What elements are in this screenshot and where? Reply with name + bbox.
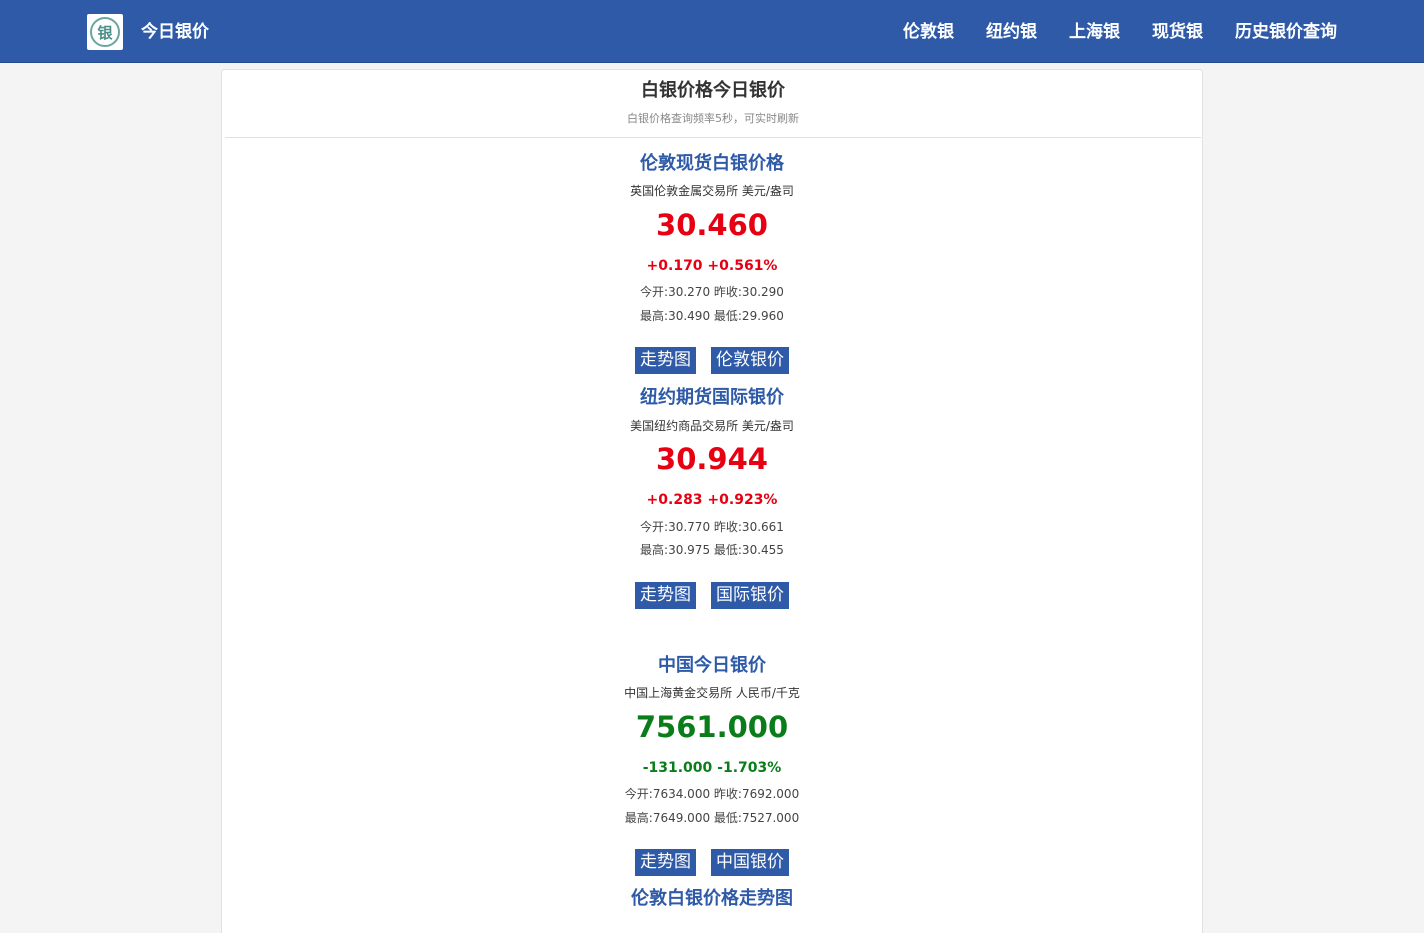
trend-chart-button[interactable]: 走势图 <box>635 347 696 374</box>
panel-header: 白银价格今日银价 白银价格查询频率5秒，可实时刷新 <box>225 70 1201 138</box>
quote-price: 7561.000 <box>635 710 789 744</box>
quote-change: -131.000 -1.703% <box>642 760 782 776</box>
quote-actions: 走势图 国际银价 <box>221 582 1203 609</box>
nav-link-shanghai-silver[interactable]: 上海银 <box>1069 20 1120 44</box>
quote-high-low: 最高:30.975 最低:30.455 <box>640 543 784 557</box>
chart-section-title: 伦敦白银价格走势图 <box>631 888 793 909</box>
main-nav: 伦敦银 纽约银 上海银 现货银 历史银价查询 <box>903 20 1337 44</box>
quote-actions: 走势图 伦敦银价 <box>221 347 1203 374</box>
site-title[interactable]: 今日银价 <box>141 20 209 44</box>
quote-title: 纽约期货国际银价 <box>640 387 784 408</box>
quote-open-close: 今开:30.270 昨收:30.290 <box>640 285 784 299</box>
nav-link-spot-silver[interactable]: 现货银 <box>1152 20 1203 44</box>
quote-change: +0.283 +0.923% <box>646 492 778 508</box>
quote-title: 中国今日银价 <box>658 655 766 676</box>
quote-high-low: 最高:7649.000 最低:7527.000 <box>624 811 800 825</box>
quote-exchange: 美国纽约商品交易所 美元/盎司 <box>630 419 794 433</box>
trend-chart-button[interactable]: 走势图 <box>635 849 696 876</box>
quote-open-close: 今开:30.770 昨收:30.661 <box>640 520 784 534</box>
silver-coin-icon: 银 <box>90 17 120 47</box>
nav-link-newyork-silver[interactable]: 纽约银 <box>986 20 1037 44</box>
page-title: 白银价格今日银价 <box>641 80 785 101</box>
quote-exchange: 英国伦敦金属交易所 美元/盎司 <box>630 184 794 198</box>
quote-high-low: 最高:30.490 最低:29.960 <box>640 309 784 323</box>
top-navbar: 银 今日银价 伦敦银 纽约银 上海银 现货银 历史银价查询 <box>0 0 1424 63</box>
china-silver-button[interactable]: 中国银价 <box>711 849 789 876</box>
international-silver-button[interactable]: 国际银价 <box>711 582 789 609</box>
quote-exchange: 中国上海黄金交易所 人民币/千克 <box>624 686 800 700</box>
quote-title: 伦敦现货白银价格 <box>640 153 784 174</box>
nav-link-london-silver[interactable]: 伦敦银 <box>903 20 954 44</box>
page-subtitle: 白银价格查询频率5秒，可实时刷新 <box>627 112 799 125</box>
quote-open-close: 今开:7634.000 昨收:7692.000 <box>624 787 800 801</box>
quote-change: +0.170 +0.561% <box>646 258 778 274</box>
trend-chart-button[interactable]: 走势图 <box>635 582 696 609</box>
london-silver-button[interactable]: 伦敦银价 <box>711 347 789 374</box>
site-logo[interactable]: 银 <box>87 14 123 50</box>
nav-link-history-query[interactable]: 历史银价查询 <box>1235 20 1337 44</box>
quote-price: 30.460 <box>656 208 768 242</box>
quote-price: 30.944 <box>656 442 768 476</box>
quote-actions: 走势图 中国银价 <box>221 849 1203 876</box>
